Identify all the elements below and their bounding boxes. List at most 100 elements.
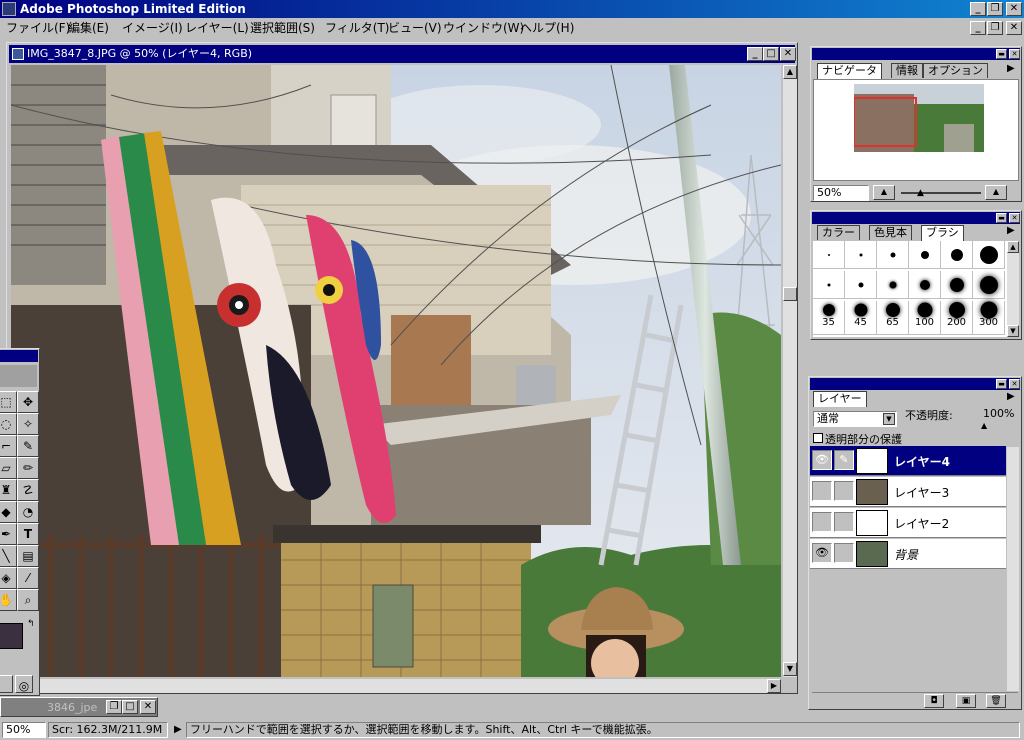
doc-win-close-icon[interactable]: ✕ — [780, 47, 796, 61]
menu-help[interactable]: ヘルプ(H) — [520, 20, 574, 36]
navigator-minimize-icon[interactable]: ▬ — [996, 49, 1007, 59]
dodge-tool-icon[interactable]: ◔ — [17, 501, 39, 523]
brushes-scroll-up-icon[interactable]: ▲ — [1007, 241, 1019, 253]
document-title-bar[interactable]: IMG_3847_8.JPG @ 50% (レイヤー4, RGB) _ □ ✕ — [9, 45, 796, 63]
opacity-value[interactable]: 100% — [983, 407, 1014, 420]
stamp-tool-icon[interactable]: ♜ — [0, 479, 17, 501]
minimized-maximize-icon[interactable]: □ — [122, 700, 138, 714]
menu-file[interactable]: ファイル(F) — [6, 20, 70, 36]
layer-row-4[interactable]: 👁 ✎ レイヤー4 — [810, 446, 1006, 476]
image-canvas[interactable] — [11, 65, 781, 677]
scroll-up-icon[interactable]: ▲ — [783, 65, 797, 79]
link-slot-icon[interactable] — [834, 512, 854, 532]
tab-color[interactable]: カラー — [817, 225, 860, 240]
brush-preset[interactable] — [845, 271, 877, 299]
brush-preset[interactable] — [813, 241, 845, 269]
standard-mode-icon[interactable] — [0, 675, 13, 693]
brush-preset[interactable] — [909, 271, 941, 299]
history-brush-tool-icon[interactable]: ☡ — [17, 479, 39, 501]
zoom-out-icon[interactable]: ▲ — [873, 185, 895, 200]
hidden-eye-icon[interactable] — [812, 512, 832, 532]
brush-preset[interactable] — [813, 271, 845, 299]
menu-layer[interactable]: レイヤー(L) — [185, 20, 249, 36]
doc-minimize-icon[interactable]: _ — [970, 21, 986, 35]
blend-mode-select[interactable]: 通常 ▼ — [813, 411, 897, 427]
doc-win-maximize-icon[interactable]: □ — [763, 47, 779, 61]
scroll-right-icon[interactable]: ▶ — [767, 679, 781, 693]
quickmask-mode-icon[interactable]: ◎ — [15, 675, 33, 693]
status-menu-icon[interactable]: ▶ — [174, 724, 182, 735]
doc-win-minimize-icon[interactable]: _ — [747, 47, 763, 61]
tab-navigator[interactable]: ナビゲータ — [817, 63, 882, 79]
minimized-restore-icon[interactable]: ❐ — [106, 700, 122, 714]
minimize-icon[interactable]: _ — [970, 2, 986, 16]
brush-preset[interactable] — [845, 241, 877, 269]
brushes-close-icon[interactable]: ✕ — [1009, 213, 1020, 223]
tab-swatches[interactable]: 色見本 — [869, 225, 912, 240]
link-slot-icon[interactable] — [834, 481, 854, 501]
layer-row-3[interactable]: レイヤー3 — [810, 477, 1006, 507]
navigator-menu-icon[interactable]: ▶ — [1007, 63, 1015, 74]
preserve-transparency-checkbox[interactable] — [813, 433, 823, 443]
layers-menu-icon[interactable]: ▶ — [1007, 391, 1015, 402]
minimized-close-icon[interactable]: ✕ — [140, 700, 156, 714]
brush-preset[interactable] — [941, 271, 973, 299]
close-icon[interactable]: ✕ — [1006, 2, 1022, 16]
brush-preset-45[interactable]: 45 — [845, 301, 877, 335]
pencil-tool-icon[interactable]: ✏ — [17, 457, 39, 479]
menu-select[interactable]: 選択範囲(S) — [250, 20, 315, 36]
pen-tool-icon[interactable]: ✒ — [0, 523, 17, 545]
line-tool-icon[interactable]: ╲ — [0, 545, 17, 567]
navigator-close-icon[interactable]: ✕ — [1009, 49, 1020, 59]
magic-wand-tool-icon[interactable]: ✧ — [17, 413, 39, 435]
hand-tool-icon[interactable]: ✋ — [0, 589, 17, 611]
canvas-vertical-scrollbar[interactable]: ▲ ▼ — [783, 65, 797, 677]
lasso-tool-icon[interactable]: ◌ — [0, 413, 17, 435]
marquee-tool-icon[interactable]: ⬚ — [0, 391, 17, 413]
brush-preset-65[interactable]: 65 — [877, 301, 909, 335]
layer-row-background[interactable]: 👁 背景 — [810, 539, 1006, 569]
brushes-scrollbar[interactable]: ▲ ▼ — [1007, 241, 1019, 337]
hidden-eye-icon[interactable] — [812, 481, 832, 501]
zoom-in-icon[interactable]: ▲ — [985, 185, 1007, 200]
doc-restore-icon[interactable]: ❐ — [987, 21, 1003, 35]
menu-image[interactable]: イメージ(I) — [122, 20, 183, 36]
minimized-document[interactable]: 3846_jpe ❐ □ ✕ — [0, 697, 158, 717]
new-layer-icon[interactable]: ▣ — [956, 694, 976, 708]
brushes-title-bar[interactable]: ▬ ✕ — [812, 212, 1020, 224]
navigator-title-bar[interactable]: ▬ ✕ — [812, 48, 1020, 60]
layer-row-2[interactable]: レイヤー2 — [810, 508, 1006, 538]
move-tool-icon[interactable]: ✥ — [17, 391, 39, 413]
tab-info[interactable]: 情報 — [891, 63, 923, 78]
swap-colors-icon[interactable]: ↰ — [27, 619, 35, 629]
brush-tool-icon[interactable]: ✎ — [17, 435, 39, 457]
layer-mask-icon[interactable]: ◘ — [924, 694, 944, 708]
tool-palette-title-bar[interactable] — [0, 350, 38, 362]
layers-title-bar[interactable]: ▬ ✕ — [810, 378, 1020, 390]
scroll-thumb-vertical[interactable] — [783, 287, 797, 301]
navigator-zoom-slider[interactable] — [901, 192, 981, 194]
opacity-slider-icon[interactable]: ▲ — [981, 421, 987, 430]
doc-close-icon[interactable]: ✕ — [1006, 21, 1022, 35]
eraser-tool-icon[interactable]: ▱ — [0, 457, 17, 479]
brush-preset-300[interactable]: 300 — [973, 301, 1005, 335]
blur-tool-icon[interactable]: ◆ — [0, 501, 17, 523]
brush-preset[interactable] — [877, 271, 909, 299]
brush-preset[interactable] — [909, 241, 941, 269]
brushes-minimize-icon[interactable]: ▬ — [996, 213, 1007, 223]
layers-scrollbar[interactable] — [1007, 447, 1019, 691]
menu-view[interactable]: ビュー(V) — [388, 20, 442, 36]
menu-filter[interactable]: フィルタ(T) — [325, 20, 389, 36]
brush-preset-100[interactable]: 100 — [909, 301, 941, 335]
link-slot-icon[interactable] — [834, 543, 854, 563]
type-tool-icon[interactable]: T — [17, 523, 39, 545]
scroll-down-icon[interactable]: ▼ — [783, 662, 797, 676]
brush-preset-35[interactable]: 35 — [813, 301, 845, 335]
canvas-horizontal-scrollbar[interactable]: ▶ — [11, 679, 781, 693]
restore-icon[interactable]: ❐ — [987, 2, 1003, 16]
paint-bucket-tool-icon[interactable]: ◈ — [0, 567, 17, 589]
brush-preset[interactable] — [973, 271, 1005, 299]
status-zoom-field[interactable]: 50% — [2, 722, 46, 738]
layers-close-icon[interactable]: ✕ — [1009, 379, 1020, 389]
brushes-scroll-down-icon[interactable]: ▼ — [1007, 325, 1019, 337]
